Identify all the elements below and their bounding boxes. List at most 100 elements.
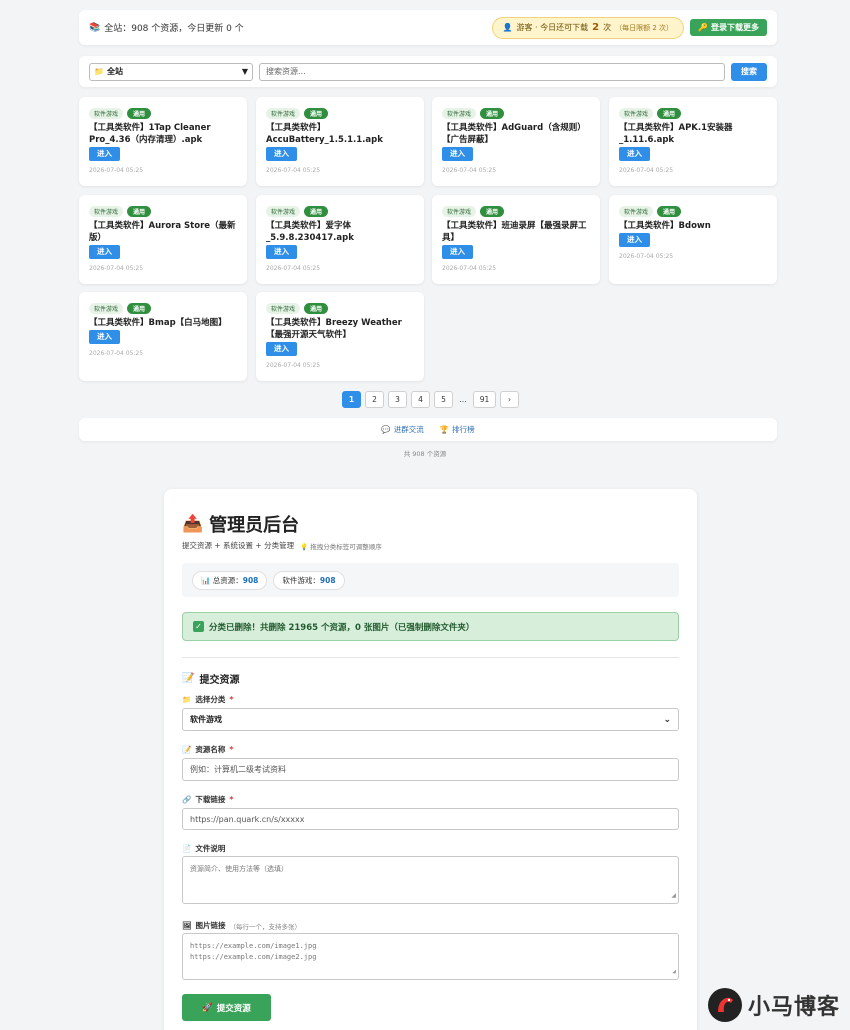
enter-button[interactable]: 进入 xyxy=(266,245,297,259)
resource-card[interactable]: 软件游戏 通用 【工具类软件】Aurora Store（最新版） 进入 2026-07-… xyxy=(79,195,247,284)
general-badge: 通用 xyxy=(480,206,505,217)
card-title[interactable]: 【工具类软件】Bdown xyxy=(619,220,767,232)
guest-note: （每日限额 2 次） xyxy=(615,23,674,32)
site-stats-text: 全站：908 个资源，今日更新 0 个 xyxy=(104,24,244,34)
resource-card[interactable]: 软件游戏 通用 【工具类软件】爱字体_5.9.8.230417.apk 进入 2026-… xyxy=(256,195,424,284)
category-tag: 软件游戏 xyxy=(619,108,654,119)
page-5[interactable]: 5 xyxy=(434,391,453,408)
name-placeholder: 例如：计算机二级考试资料 xyxy=(190,765,286,774)
search-button[interactable]: 搜索 xyxy=(731,62,767,81)
resource-card[interactable]: 软件游戏 通用 【工具类软件】Bdown 进入 2026-07-04 05:25 xyxy=(609,195,777,284)
category-tag: 软件游戏 xyxy=(266,206,301,217)
divider xyxy=(182,657,679,658)
resource-card[interactable]: 软件游戏 通用 【工具类软件】Bmap【白马地图】 进入 2026-07-04 05:2… xyxy=(79,292,247,381)
memo-icon: 📝 xyxy=(182,673,195,684)
enter-button[interactable]: 进入 xyxy=(442,147,473,161)
desc-label: 📄 文件说明 xyxy=(182,843,225,854)
rocket-icon: 🚀 xyxy=(202,1002,213,1013)
link-label: 🔗 下载链接 * xyxy=(182,794,233,805)
page-3[interactable]: 3 xyxy=(388,391,407,408)
general-badge: 通用 xyxy=(304,303,329,314)
resource-card[interactable]: 软件游戏 通用【工具类软件】班迪录屏【最强录屏工具】 进入 2026-07-04 05… xyxy=(432,195,600,284)
resource-card[interactable]: 软件游戏 通用【工具类软件】Breezy Weather【最强开源天气软件】 进入 2… xyxy=(256,292,424,381)
page-2[interactable]: 2 xyxy=(365,391,384,408)
resource-card[interactable]: 软件游戏 通用【工具类软件】APK.1安装器_1.11.6.apk 进入 2026-0… xyxy=(609,97,777,186)
category-field[interactable]: 软件游戏 ⌄ xyxy=(182,708,679,731)
category-tag: 软件游戏 xyxy=(619,206,654,217)
card-title[interactable]: 【工具类软件】APK.1安装器_1.11.6.apk xyxy=(619,122,767,146)
enter-button[interactable]: 进入 xyxy=(619,233,650,247)
enter-button[interactable]: 进入 xyxy=(266,147,297,161)
img-field[interactable]: https://example.com/image1.jpg https://e… xyxy=(182,933,679,980)
card-time: 2026-07-04 05:25 xyxy=(442,265,497,272)
card-title[interactable]: 【工具类软件】1Tap Cleaner Pro_4.36（内存清理）.apk xyxy=(89,122,237,146)
card-time: 2026-07-04 05:25 xyxy=(619,167,674,174)
card-title[interactable]: 【工具类软件】爱字体_5.9.8.230417.apk xyxy=(266,220,414,244)
admin-hint: 拖拽分类标签可调整顺序 xyxy=(310,542,382,551)
enter-button[interactable]: 进入 xyxy=(89,147,120,161)
card-title[interactable]: 【工具类软件】AdGuard（含规则）【广告屏蔽】 xyxy=(442,122,590,146)
required-mark: * xyxy=(229,695,234,704)
rank-link[interactable]: 🏆 排行榜 xyxy=(440,424,475,435)
enter-button[interactable]: 进入 xyxy=(619,147,650,161)
group-link[interactable]: 💬 进群交流 xyxy=(381,424,423,435)
enter-button[interactable]: 进入 xyxy=(442,245,473,259)
folder-icon: 📁 xyxy=(94,67,104,76)
resize-handle-icon[interactable]: ◢ xyxy=(671,890,676,901)
stats-panel: 📊 总资源：908 软件游戏：908 xyxy=(182,563,679,597)
search-input[interactable]: 搜索资源... xyxy=(259,62,725,81)
enter-button[interactable]: 进入 xyxy=(266,342,297,356)
key-icon: 🔑 xyxy=(698,23,708,32)
chart-icon: 📊 xyxy=(201,575,211,585)
chevron-down-icon: ⌄ xyxy=(663,714,671,725)
resource-card[interactable]: 软件游戏 通用 【工具类软件】AccuBattery_1.5.1.1.apk 进入 20… xyxy=(256,97,424,186)
card-title[interactable]: 【工具类软件】班迪录屏【最强录屏工具】 xyxy=(442,220,590,244)
link-field[interactable]: https://pan.quark.cn/s/xxxxx xyxy=(182,808,679,830)
submit-label: 提交资源 xyxy=(216,1003,251,1014)
card-time: 2026-07-04 05:25 xyxy=(266,265,321,272)
folder-icon: 📁 xyxy=(182,695,192,704)
horse-logo-icon xyxy=(708,988,742,1022)
user-icon: 👤 xyxy=(502,23,513,32)
page-4[interactable]: 4 xyxy=(411,391,430,408)
card-title[interactable]: 【工具类软件】AccuBattery_1.5.1.1.apk xyxy=(266,122,414,146)
enter-button[interactable]: 进入 xyxy=(89,245,120,259)
category-tag: 软件游戏 xyxy=(266,303,301,314)
card-title[interactable]: 【工具类软件】Breezy Weather【最强开源天气软件】 xyxy=(266,317,414,341)
page-last[interactable]: 91 xyxy=(473,391,496,408)
general-badge: 通用 xyxy=(304,108,329,119)
category-tag: 软件游戏 xyxy=(266,108,301,119)
name-label-text: 资源名称 xyxy=(195,745,226,754)
guest-suffix: 次 xyxy=(603,23,612,32)
next-page-button[interactable]: › xyxy=(500,391,519,408)
stat-total-value: 908 xyxy=(242,575,259,585)
card-title[interactable]: 【工具类软件】Bmap【白马地图】 xyxy=(89,317,237,329)
general-badge: 通用 xyxy=(657,108,682,119)
page-ellipsis: ... xyxy=(459,395,467,404)
card-time: 2026-07-04 05:25 xyxy=(89,265,144,272)
name-field[interactable]: 例如：计算机二级考试资料 xyxy=(182,758,679,781)
brand-name: 小马博客 xyxy=(748,995,841,1020)
card-title[interactable]: 【工具类软件】Aurora Store（最新版） xyxy=(89,220,237,244)
required-mark: * xyxy=(229,795,234,804)
category-select[interactable]: 📁 全站 ▼ xyxy=(89,62,253,81)
chevron-down-icon: ▼ xyxy=(241,67,248,76)
enter-button[interactable]: 进入 xyxy=(89,330,120,344)
category-tag: 软件游戏 xyxy=(442,206,477,217)
submit-button[interactable]: 🚀 提交资源 xyxy=(182,994,271,1021)
desc-placeholder: 资源简介、使用方法等（选填） xyxy=(190,865,288,873)
site-stats: 📚 全站：908 个资源，今日更新 0 个 xyxy=(89,21,244,35)
resource-card[interactable]: 软件游戏 通用 【工具类软件】1Tap Cleaner Pro_4.36（内存清理）… xyxy=(79,97,247,186)
page-1[interactable]: 1 xyxy=(342,391,361,408)
section-title: 📝 提交资源 xyxy=(182,671,239,686)
book-icon: 📚 xyxy=(89,22,101,33)
card-time: 2026-07-04 05:25 xyxy=(266,362,321,369)
stat-cat-value: 908 xyxy=(319,575,336,585)
desc-field[interactable]: 资源简介、使用方法等（选填） ◢ xyxy=(182,856,679,904)
general-badge: 通用 xyxy=(657,206,682,217)
link-placeholder: https://pan.quark.cn/s/xxxxx xyxy=(190,814,305,824)
resource-card[interactable]: 软件游戏 通用 【工具类软件】AdGuard（含规则）【广告屏蔽】 进入 2026-07… xyxy=(432,97,600,186)
img-placeholder-1: https://example.com/image1.jpg xyxy=(190,942,317,950)
login-button[interactable]: 🔑 登录下载更多 xyxy=(690,19,767,36)
resize-handle-icon[interactable]: ◢ xyxy=(672,966,676,977)
